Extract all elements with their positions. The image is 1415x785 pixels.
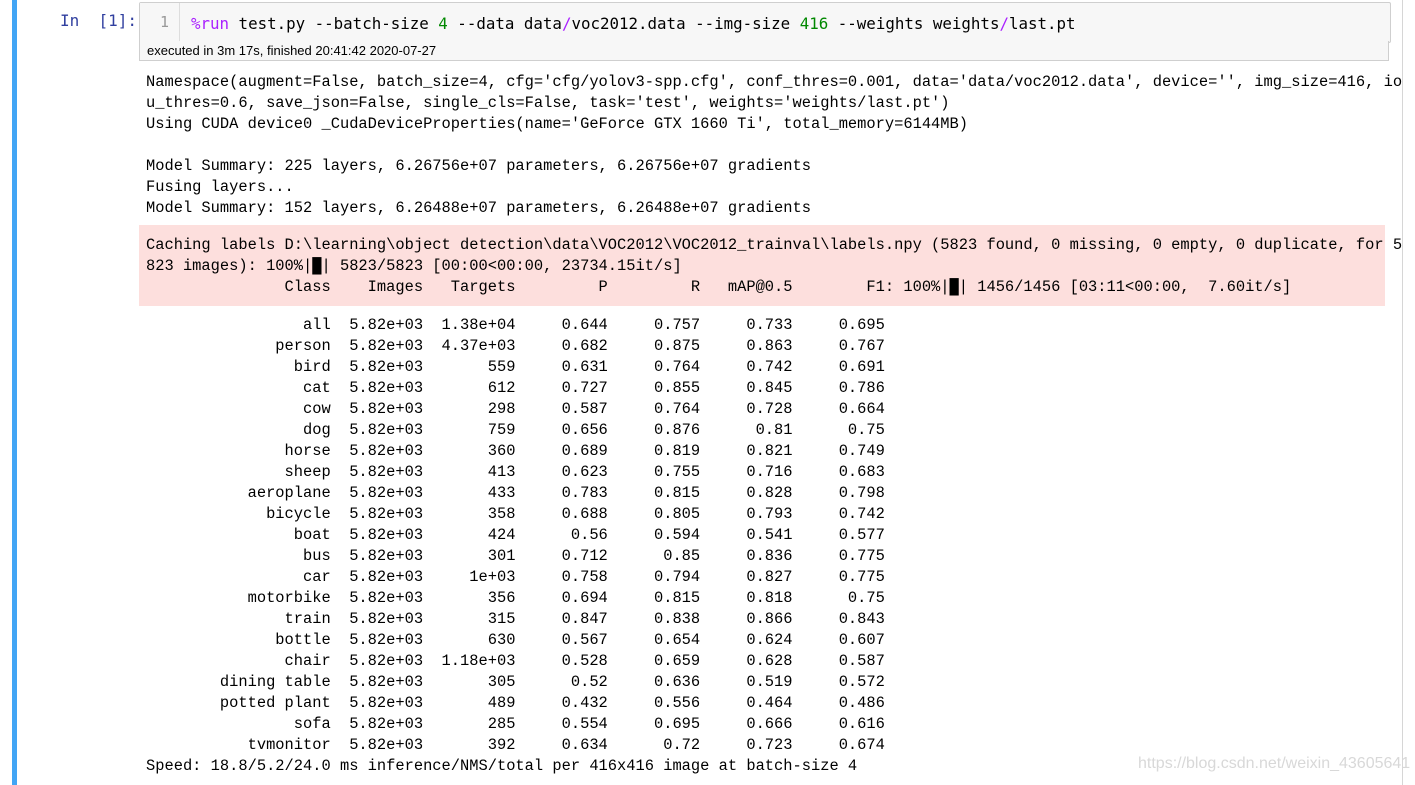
code-magic-command: %run xyxy=(191,14,230,33)
code-operator: / xyxy=(999,14,1009,33)
code-token: last.pt xyxy=(1008,14,1076,33)
speed-summary: Speed: 18.8/5.2/24.0 ms inference/NMS/to… xyxy=(146,757,858,775)
code-number: 4 xyxy=(438,14,448,33)
execution-time-info: executed in 3m 17s, finished 20:41:42 20… xyxy=(139,41,1389,61)
code-input-area[interactable]: 1 %run test.py --batch-size 4 --data dat… xyxy=(139,2,1391,43)
watermark: https://blog.csdn.net/weixin_43605641 xyxy=(1138,755,1411,772)
code-number: 416 xyxy=(799,14,829,33)
stderr-output: Caching labels D:\learning\object detect… xyxy=(146,236,1403,296)
input-prompt: In [1]: xyxy=(60,11,138,30)
code-token: voc2012.data --img-size xyxy=(571,14,800,33)
code-token: --data data xyxy=(447,14,562,33)
results-table: all 5.82e+03 1.38e+04 0.644 0.757 0.733 … xyxy=(219,316,885,754)
code-line[interactable]: %run test.py --batch-size 4 --data data /… xyxy=(191,3,1076,42)
stdout-output: Namespace(augment=False, batch_size=4, c… xyxy=(146,73,1403,217)
code-token: test.py --batch-size xyxy=(229,14,439,33)
line-number: 1 xyxy=(140,3,180,42)
code-token: --weights weights xyxy=(828,14,1000,33)
